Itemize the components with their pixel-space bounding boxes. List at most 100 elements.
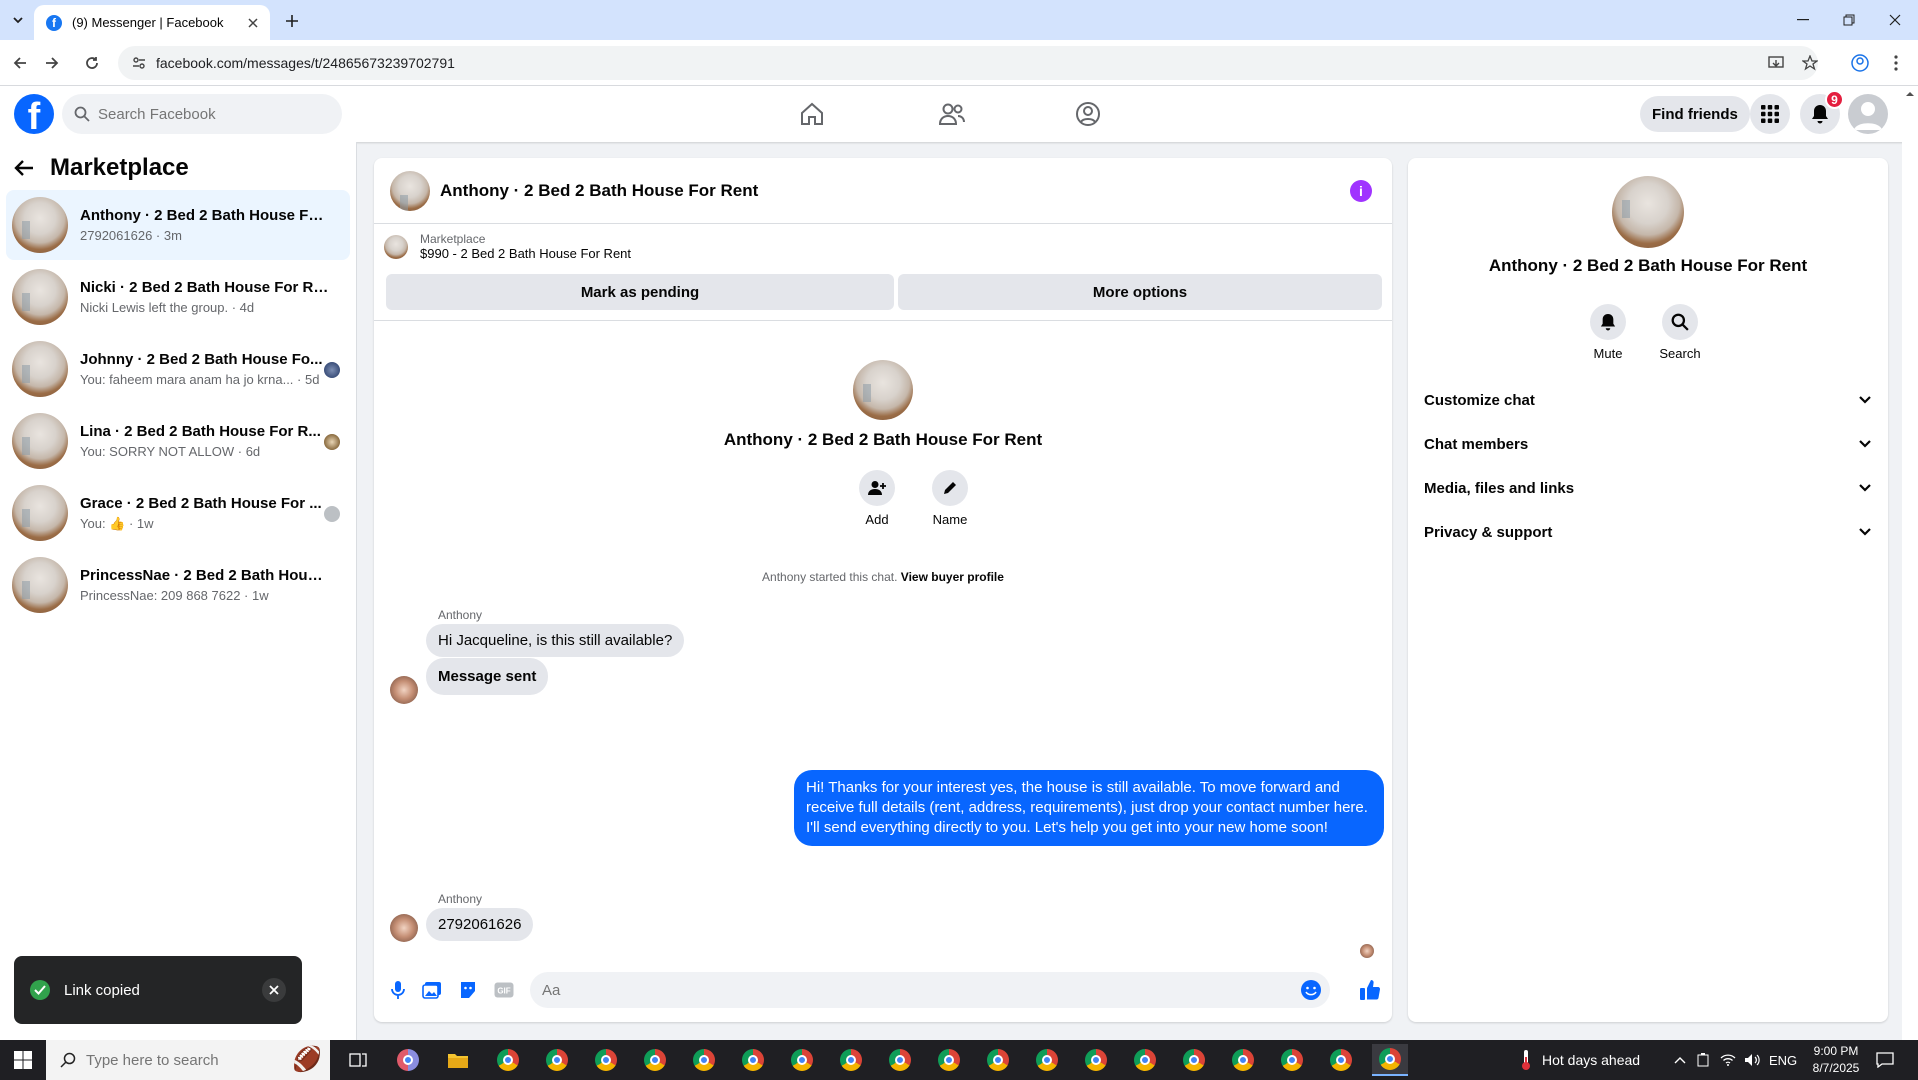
chrome-icon[interactable]	[980, 1044, 1016, 1076]
tab-search-chevron-icon[interactable]	[6, 9, 30, 31]
conversation-item[interactable]: PrincessNae · 2 Bed 2 Bath House ... Pri…	[6, 550, 350, 620]
forward-arrow-icon[interactable]	[40, 51, 64, 75]
emoji-icon[interactable]	[1300, 979, 1322, 1001]
chrome-icon[interactable]	[490, 1044, 526, 1076]
view-buyer-profile-link[interactable]: View buyer profile	[901, 570, 1004, 584]
chrome-icon[interactable]	[1323, 1044, 1359, 1076]
chrome-icon[interactable]	[1274, 1044, 1310, 1076]
gif-icon[interactable]: GIF	[492, 978, 516, 1002]
more-options-button[interactable]: More options	[898, 274, 1382, 310]
back-arrow-icon[interactable]	[14, 159, 34, 177]
new-tab-plus-icon[interactable]	[280, 9, 304, 33]
file-explorer-icon[interactable]	[440, 1044, 476, 1076]
site-info-icon[interactable]	[132, 56, 146, 70]
chrome-icon[interactable]	[539, 1044, 575, 1076]
address-bar[interactable]: facebook.com/messages/t/2486567323970279…	[118, 46, 1818, 80]
edit-name-button[interactable]: Name	[920, 470, 980, 527]
details-avatar	[1612, 176, 1684, 248]
chrome-icon[interactable]	[931, 1044, 967, 1076]
chrome-icon[interactable]	[833, 1044, 869, 1076]
message-input[interactable]	[542, 981, 1282, 999]
conversation-item[interactable]: Anthony · 2 Bed 2 Bath House For ... 279…	[6, 190, 350, 260]
account-avatar[interactable]	[1848, 94, 1888, 134]
incoming-message[interactable]: 2792061626	[426, 908, 534, 941]
sticker-icon[interactable]	[456, 978, 480, 1002]
restore-icon[interactable]	[1826, 0, 1872, 40]
chrome-icon[interactable]	[784, 1044, 820, 1076]
sender-avatar[interactable]	[390, 914, 418, 942]
microphone-icon[interactable]	[386, 978, 410, 1002]
friends-nav-icon[interactable]	[896, 94, 1008, 134]
battery-icon[interactable]	[1696, 1040, 1710, 1080]
profile-icon[interactable]	[1848, 51, 1872, 75]
privacy-support-section[interactable]: Privacy & support	[1424, 514, 1872, 550]
message-input-box[interactable]	[530, 972, 1330, 1008]
taskbar-clock[interactable]: 9:00 PM 8/7/2025	[1804, 1043, 1868, 1077]
toast-close-icon[interactable]	[262, 978, 286, 1002]
incoming-message[interactable]: Hi Jacqueline, is this still available?	[426, 624, 685, 657]
media-files-links-section[interactable]: Media, files and links	[1424, 470, 1872, 506]
profile-nav-icon[interactable]	[1032, 94, 1144, 134]
add-people-button[interactable]: Add	[847, 470, 907, 527]
incoming-message[interactable]: Message sent	[426, 658, 549, 695]
chrome-icon[interactable]	[1029, 1044, 1065, 1076]
conversation-item[interactable]: Johnny · 2 Bed 2 Bath House Fo... You: f…	[6, 334, 350, 404]
minimize-icon[interactable]	[1780, 0, 1826, 40]
install-app-icon[interactable]	[1764, 51, 1788, 75]
info-icon[interactable]: i	[1350, 180, 1372, 202]
mute-button[interactable]: Mute	[1578, 304, 1638, 361]
find-friends-button[interactable]: Find friends	[1640, 96, 1750, 132]
sender-name: Anthony	[438, 892, 483, 906]
facebook-logo-icon[interactable]: f	[14, 94, 54, 134]
chrome-icon[interactable]	[588, 1044, 624, 1076]
weather-widget[interactable]: Hot days ahead	[1520, 1040, 1640, 1080]
chrome-icon[interactable]	[1225, 1044, 1261, 1076]
chrome-icon[interactable]	[1078, 1044, 1114, 1076]
task-view-icon[interactable]	[340, 1044, 376, 1076]
chrome-icon[interactable]	[637, 1044, 673, 1076]
chat-members-section[interactable]: Chat members	[1424, 426, 1872, 462]
taskbar-search[interactable]: 🏈	[46, 1040, 330, 1080]
back-arrow-icon[interactable]	[8, 51, 32, 75]
reload-icon[interactable]	[80, 51, 104, 75]
bookmark-star-icon[interactable]	[1798, 51, 1822, 75]
browser-tab-messenger[interactable]: f (9) Messenger | Facebook	[34, 5, 270, 40]
conversation-item[interactable]: Lina · 2 Bed 2 Bath House For R... You: …	[6, 406, 350, 476]
tab-close-icon[interactable]	[244, 14, 262, 32]
sender-avatar[interactable]	[390, 676, 418, 704]
photo-icon[interactable]	[420, 978, 444, 1002]
home-nav-icon[interactable]	[756, 94, 868, 134]
outgoing-message[interactable]: Hi! Thanks for your interest yes, the ho…	[794, 770, 1384, 846]
conversation-item[interactable]: Nicki · 2 Bed 2 Bath House For Rent Nick…	[6, 262, 350, 332]
chat-avatar[interactable]	[390, 170, 430, 211]
customize-chat-section[interactable]: Customize chat	[1424, 382, 1872, 418]
chrome-icon-active[interactable]	[1372, 1044, 1408, 1076]
taskbar-search-input[interactable]	[86, 1051, 236, 1069]
chrome-icon[interactable]	[1176, 1044, 1212, 1076]
wifi-icon[interactable]	[1720, 1040, 1736, 1080]
chrome-menu-icon[interactable]	[1884, 51, 1908, 75]
app-icon[interactable]	[390, 1044, 426, 1076]
chat-title[interactable]: Anthony · 2 Bed 2 Bath House For Rent	[440, 181, 758, 201]
conversation-item[interactable]: Grace · 2 Bed 2 Bath House For ... You: …	[6, 478, 350, 548]
marketplace-conversation-list: Marketplace Anthony · 2 Bed 2 Bath House…	[0, 142, 357, 1040]
window-close-icon[interactable]	[1872, 0, 1918, 40]
search-in-chat-button[interactable]: Search	[1650, 304, 1710, 361]
chrome-icon[interactable]	[1127, 1044, 1163, 1076]
volume-icon[interactable]	[1744, 1040, 1760, 1080]
action-center-icon[interactable]	[1876, 1040, 1894, 1080]
notifications-bell-icon[interactable]: 9	[1800, 90, 1844, 134]
marketplace-listing-banner[interactable]: Marketplace $990 - 2 Bed 2 Bath House Fo…	[384, 232, 631, 261]
menu-grid-icon[interactable]	[1750, 94, 1790, 134]
mark-as-pending-button[interactable]: Mark as pending	[386, 274, 894, 310]
page-scrollbar[interactable]	[1902, 86, 1918, 1040]
tray-chevron-up-icon[interactable]	[1674, 1040, 1686, 1080]
chrome-icon[interactable]	[882, 1044, 918, 1076]
chrome-icon[interactable]	[686, 1044, 722, 1076]
windows-start-icon[interactable]	[0, 1040, 46, 1080]
like-thumb-icon[interactable]	[1358, 978, 1382, 1002]
search-input[interactable]	[98, 105, 318, 123]
chrome-icon[interactable]	[735, 1044, 771, 1076]
language-indicator[interactable]: ENG	[1769, 1040, 1797, 1080]
facebook-search[interactable]	[62, 94, 342, 134]
